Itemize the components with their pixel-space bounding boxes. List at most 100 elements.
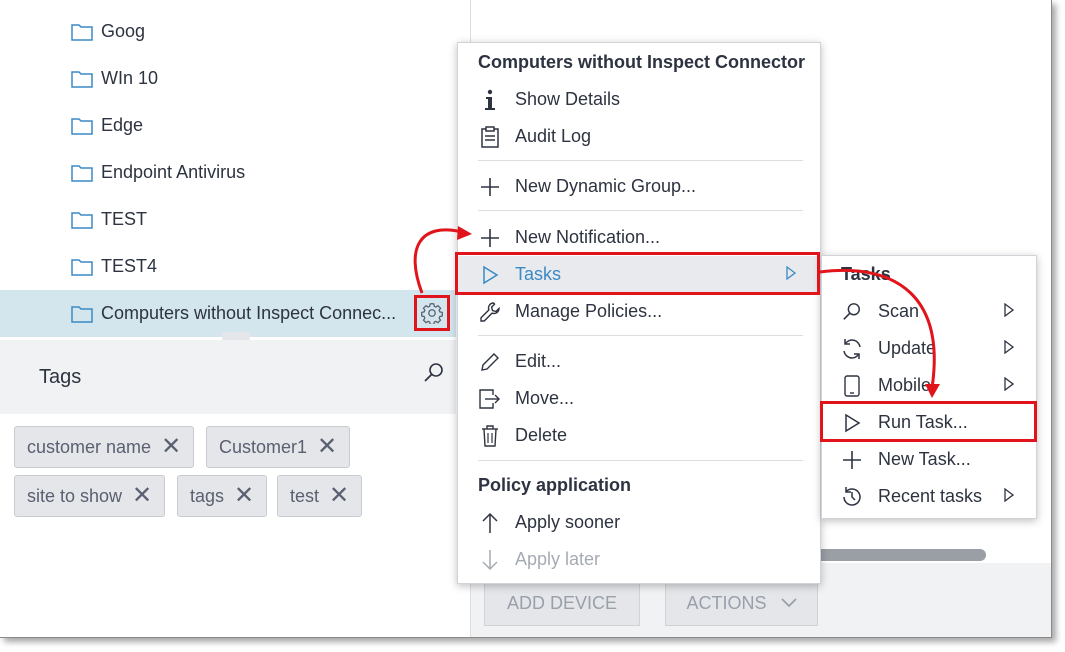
tree-item-edge[interactable]: Edge (0, 102, 456, 149)
mobile-phone-icon (840, 374, 864, 398)
folder-icon (71, 164, 93, 182)
tree-item-computers-without-inspect-connector[interactable]: Computers without Inspect Connec... (0, 290, 456, 337)
group-settings-button[interactable] (414, 295, 450, 331)
close-icon[interactable]: ✕ (234, 484, 254, 508)
menu-item-label: New Dynamic Group... (515, 176, 697, 196)
horizontal-scrollbar[interactable] (812, 549, 986, 561)
policy-application-heading: Policy application (478, 475, 632, 495)
menu-separator (478, 335, 803, 336)
trash-icon (478, 424, 502, 448)
tree-item-label: Endpoint Antivirus (101, 162, 246, 182)
menu-item-edit[interactable]: Edit... (458, 343, 820, 380)
submenu-item-label: Mobile (878, 375, 932, 395)
tag-chip[interactable]: Customer1 ✕ (206, 426, 351, 468)
menu-separator (478, 460, 803, 461)
menu-item-delete[interactable]: Delete (458, 417, 820, 454)
menu-item-new-dynamic-group[interactable]: New Dynamic Group... (458, 168, 820, 205)
submenu-arrow-icon (1004, 340, 1014, 354)
menu-separator (478, 210, 803, 211)
clipboard-icon (478, 125, 502, 149)
submenu-arrow-icon (1004, 303, 1014, 317)
tree-item-goog[interactable]: Goog (0, 8, 456, 55)
add-device-button[interactable]: ADD DEVICE (484, 580, 640, 626)
menu-item-label: Show Details (515, 89, 621, 109)
submenu-item-scan[interactable]: Scan (822, 293, 1036, 330)
folder-icon (71, 258, 93, 276)
submenu-item-update[interactable]: Update (822, 330, 1036, 367)
arrow-up-icon (478, 511, 502, 535)
tasks-submenu-title: Tasks (841, 264, 891, 284)
folder-icon (71, 70, 93, 88)
arrow-down-icon (478, 548, 502, 572)
close-icon[interactable]: ✕ (317, 435, 337, 459)
tags-title: Tags (39, 366, 82, 388)
menu-item-label: Apply sooner (515, 512, 621, 532)
tag-chip[interactable]: test ✕ (277, 475, 363, 517)
tree-item-label: Edge (101, 115, 144, 135)
tags-list: customer name ✕ Customer1 ✕ site to show… (0, 414, 456, 637)
pencil-icon (478, 350, 502, 374)
tree-item-test[interactable]: TEST (0, 196, 456, 243)
menu-item-label: Delete (515, 425, 568, 445)
tag-chip-label: test (290, 485, 320, 506)
actions-button[interactable]: ACTIONS (665, 580, 818, 626)
pane-splitter-handle[interactable] (222, 332, 250, 340)
close-icon[interactable]: ✕ (161, 435, 181, 459)
submenu-item-new-task[interactable]: New Task... (822, 441, 1036, 478)
group-context-menu: Computers without Inspect Connector Show… (457, 42, 821, 584)
tag-chip[interactable]: customer name ✕ (14, 426, 195, 468)
gear-icon (421, 303, 443, 324)
tree-item-endpoint-antivirus[interactable]: Endpoint Antivirus (0, 149, 456, 196)
menu-separator (478, 160, 803, 161)
submenu-arrow-icon (1004, 488, 1014, 502)
submenu-item-label: Update (878, 338, 937, 358)
tags-search-button[interactable] (423, 362, 445, 389)
search-icon (840, 300, 864, 324)
submenu-item-recent-tasks[interactable]: Recent tasks (822, 478, 1036, 515)
tags-header: Tags (0, 340, 456, 414)
tree-item-test4[interactable]: TEST4 (0, 243, 456, 290)
submenu-arrow-icon (1004, 377, 1014, 391)
tag-chip[interactable]: tags ✕ (177, 475, 268, 517)
actions-label: ACTIONS (686, 592, 767, 613)
plus-icon (478, 226, 502, 250)
close-icon[interactable]: ✕ (132, 484, 152, 508)
menu-item-label: Manage Policies... (515, 301, 663, 321)
tree-item-label: WIn 10 (101, 68, 159, 88)
tasks-highlight-box (455, 252, 820, 295)
plus-icon (478, 175, 502, 199)
group-tree-pane: Goog WIn 10 Edge Endpoint Antivirus TEST… (0, 0, 456, 637)
submenu-item-label: New Task... (878, 449, 971, 469)
menu-item-label: Edit... (515, 351, 562, 371)
submenu-item-mobile[interactable]: Mobile (822, 367, 1036, 404)
chevron-down-icon (780, 598, 797, 608)
tag-chip[interactable]: site to show ✕ (14, 475, 166, 517)
tasks-submenu: Tasks Scan Update Mobile Run Task... New… (821, 255, 1037, 519)
menu-item-show-details[interactable]: Show Details (458, 81, 820, 118)
submenu-item-label: Scan (878, 301, 920, 321)
menu-item-label: New Notification... (515, 227, 661, 247)
tree-item-label: TEST (101, 209, 148, 229)
history-icon (840, 485, 864, 509)
menu-item-move[interactable]: Move... (458, 380, 820, 417)
folder-icon (71, 23, 93, 41)
tree-item-label: TEST4 (101, 256, 158, 276)
menu-item-label: Move... (515, 388, 575, 408)
close-icon[interactable]: ✕ (329, 484, 349, 508)
menu-item-new-notification[interactable]: New Notification... (458, 219, 820, 256)
tree-item-win10[interactable]: WIn 10 (0, 55, 456, 102)
folder-icon (71, 117, 93, 135)
menu-item-apply-sooner[interactable]: Apply sooner (458, 504, 820, 541)
tree-item-label: Goog (101, 21, 146, 41)
wrench-icon (478, 300, 502, 324)
console-window: Goog WIn 10 Edge Endpoint Antivirus TEST… (0, 0, 1052, 638)
menu-item-manage-policies[interactable]: Manage Policies... (458, 293, 820, 330)
menu-item-label: Apply later (515, 549, 601, 569)
submenu-item-label: Recent tasks (878, 486, 983, 506)
menu-item-label: Audit Log (515, 126, 592, 146)
plus-icon (840, 448, 864, 472)
menu-item-audit-log[interactable]: Audit Log (458, 118, 820, 155)
tag-chip-label: Customer1 (219, 436, 308, 457)
info-icon (478, 88, 502, 112)
context-menu-title: Computers without Inspect Connector (478, 52, 806, 72)
